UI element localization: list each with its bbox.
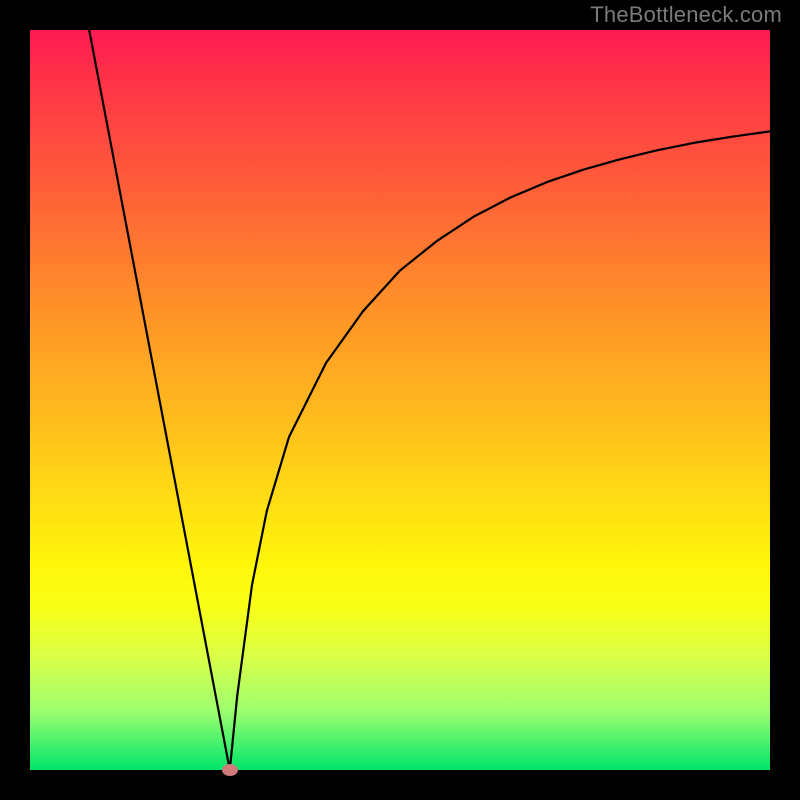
- plot-area: [30, 30, 770, 770]
- minimum-marker: [222, 764, 238, 776]
- right-curve-line: [230, 131, 770, 770]
- chart-frame: TheBottleneck.com: [0, 0, 800, 800]
- curve-layer: [30, 30, 770, 770]
- left-descent-line: [89, 30, 230, 770]
- watermark-text: TheBottleneck.com: [590, 2, 782, 28]
